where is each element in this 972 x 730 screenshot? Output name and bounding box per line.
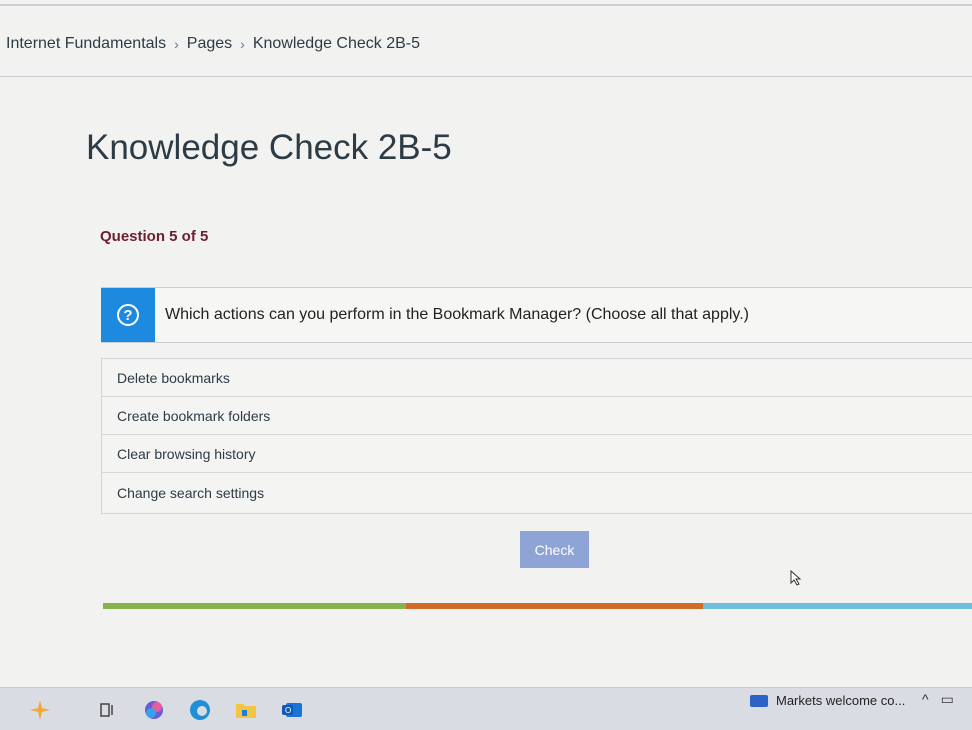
- breadcrumb-separator: ›: [174, 36, 179, 52]
- breadcrumb-pages[interactable]: Pages: [187, 35, 232, 53]
- task-view-icon[interactable]: [96, 698, 120, 722]
- file-explorer-icon[interactable]: [234, 698, 258, 722]
- answer-option[interactable]: Change search settings: [102, 473, 972, 513]
- progress-bar: [103, 603, 972, 609]
- chevron-up-icon[interactable]: ^: [922, 691, 929, 708]
- network-icon[interactable]: ▭: [941, 691, 954, 708]
- edge-icon[interactable]: [188, 698, 212, 722]
- browser-top-line: [0, 4, 972, 6]
- answer-options: Delete bookmarks Create bookmark folders…: [101, 358, 972, 514]
- question-prompt: ? Which actions can you perform in the B…: [101, 287, 972, 343]
- progress-segment-green: [103, 603, 406, 609]
- check-button[interactable]: Check: [520, 531, 589, 568]
- question-text: Which actions can you perform in the Boo…: [165, 306, 749, 323]
- breadcrumb-course[interactable]: Internet Fundamentals: [6, 35, 166, 53]
- news-icon: [750, 694, 768, 707]
- breadcrumb-current: Knowledge Check 2B-5: [252, 35, 421, 52]
- page-title: Knowledge Check 2B-5: [86, 128, 452, 167]
- answer-option[interactable]: Clear browsing history: [102, 435, 972, 473]
- progress-segment-blue: [703, 603, 972, 609]
- mouse-cursor-icon: [790, 570, 802, 586]
- outlook-icon[interactable]: O: [280, 698, 304, 722]
- news-widget[interactable]: Markets welcome co...: [750, 693, 905, 708]
- breadcrumb-separator: ›: [240, 36, 245, 52]
- svg-text:O: O: [285, 706, 291, 715]
- help-icon: ?: [101, 288, 155, 342]
- answer-option[interactable]: Delete bookmarks: [102, 359, 972, 397]
- progress-segment-orange: [406, 603, 703, 609]
- breadcrumb: Internet Fundamentals › Pages › Knowledg…: [6, 33, 420, 55]
- copilot-app-icon[interactable]: [142, 698, 166, 722]
- news-text: Markets welcome co...: [776, 693, 906, 708]
- taskbar: O Markets welcome co... ^ ▭: [0, 687, 972, 730]
- answer-option[interactable]: Create bookmark folders: [102, 397, 972, 435]
- header-divider: [0, 76, 972, 77]
- copilot-icon[interactable]: [28, 698, 52, 722]
- system-tray: ^ ▭: [922, 691, 954, 708]
- question-counter: Question 5 of 5: [100, 228, 209, 245]
